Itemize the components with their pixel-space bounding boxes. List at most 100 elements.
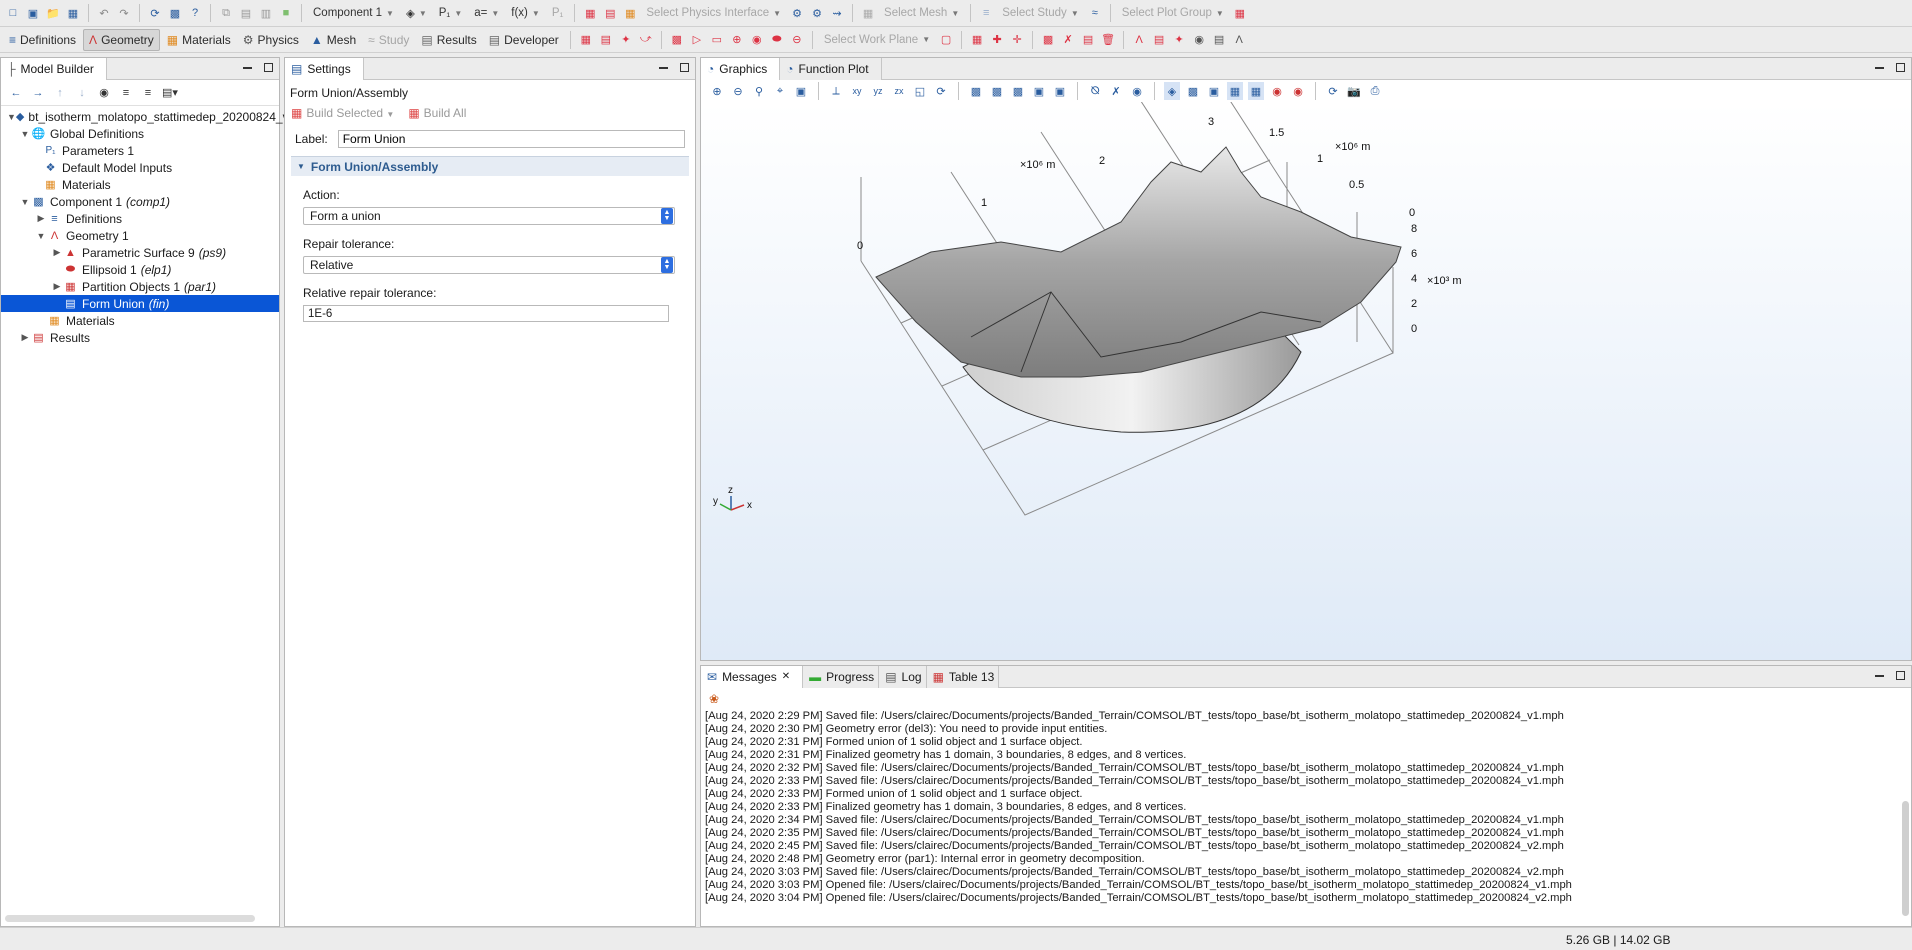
variables-dropdown[interactable]: a= ▼ [469,4,504,23]
tab-physics[interactable]: ⚙ Physics [238,29,304,51]
physics-transfer-icon[interactable]: ⇝ [828,4,846,22]
views-icon[interactable]: ⟂ [828,82,844,100]
copy-icon[interactable]: ⧉ [217,4,235,22]
maximize-icon[interactable] [1896,63,1905,72]
reset-desktop-icon[interactable]: ⟳ [146,4,164,22]
select-work-plane-dropdown[interactable]: Select Work Plane ▼ [819,30,935,49]
go-to-default-view-icon[interactable]: ◱ [912,82,928,100]
view-yz-icon[interactable]: yz [870,82,886,100]
tree-node-parameters[interactable]: P₁ Parameters 1 [1,142,279,159]
add-material-icon[interactable]: ▦ [621,4,639,22]
geometry-tools-icon[interactable]: Λ [1230,31,1248,49]
transparency-icon[interactable]: ▩ [1185,82,1201,100]
zoom-selected-icon[interactable]: ⌖ [772,82,788,100]
expand-all-icon[interactable]: ≡ [139,84,157,102]
back-arrow-icon[interactable]: ← [7,84,25,102]
tab-developer[interactable]: ▤ Developer [484,29,564,51]
minimize-icon[interactable] [1875,675,1884,677]
build-all-button[interactable]: ▦ Build All [408,106,466,120]
select-physics-interface-dropdown[interactable]: Select Physics Interface ▼ [641,4,786,23]
chevron-down-icon[interactable]: ▼ [35,231,47,241]
move-down-icon[interactable]: ↓ [73,84,91,102]
tab-settings[interactable]: ▤ Settings [285,57,364,80]
tab-definitions[interactable]: ≡ Definitions [4,29,81,51]
revolve-icon[interactable]: ✚ [988,31,1006,49]
build-all-icon[interactable]: ▦ [581,4,599,22]
tree-node-default-model-inputs[interactable]: ❖ Default Model Inputs [1,159,279,176]
study-icon[interactable]: ≡ [977,4,995,22]
tab-study[interactable]: ≈ Study [363,29,414,51]
zoom-extents-icon[interactable]: ▣ [793,82,809,100]
tab-materials[interactable]: ▦ Materials [162,29,236,51]
tree-options-icon[interactable]: ▤▾ [161,84,179,102]
add-plot-icon[interactable]: ▦ [1231,4,1249,22]
tab-progress[interactable]: ▬ Progress [803,665,880,688]
reset-graphics-icon[interactable]: ⟳ [1325,82,1341,100]
selections-icon[interactable]: ✦ [1170,31,1188,49]
parameters-dropdown[interactable]: P₁ ▼ [434,4,467,23]
sparkle-icon[interactable]: ✦ [617,31,635,49]
tab-graphics[interactable]: ◔ Graphics [701,57,781,80]
maximize-icon[interactable] [1896,671,1905,680]
zoom-out-icon[interactable]: ⊖ [730,82,746,100]
undo-icon[interactable]: ↶ [95,4,113,22]
select-plot-group-dropdown[interactable]: Select Plot Group ▼ [1117,4,1229,23]
scene-light-icon[interactable]: ◈ [1164,82,1180,100]
cylinder-icon[interactable]: ▭ [708,31,726,49]
minimize-icon[interactable] [659,67,668,69]
windows-icon[interactable]: ▩ [166,4,184,22]
chevron-right-icon[interactable]: ▶ [51,281,63,292]
tree-node-ellipsoid[interactable]: ⬬ Ellipsoid 1 (elp1) [1,261,279,278]
color-options-icon[interactable]: ◉ [1290,82,1306,100]
visibility-icon[interactable]: ◉ [1129,82,1145,100]
move-up-icon[interactable]: ↑ [51,84,69,102]
build-all-icon[interactable]: ▦ [577,31,595,49]
stop-icon[interactable]: ■ [277,4,295,22]
select-study-dropdown[interactable]: Select Study ▼ [997,4,1084,23]
select-mesh-dropdown[interactable]: Select Mesh ▼ [879,4,964,23]
hide-selected-icon[interactable]: ✗ [1108,82,1124,100]
cone-icon[interactable]: ▷ [688,31,706,49]
graphics-canvas[interactable]: 0 1 2 3 ×10⁶ m 1.5 1 0.5 0 ×10⁶ m 8 6 4 … [701,102,1911,660]
application-builder-icon[interactable]: ▣ [24,4,42,22]
minimize-icon[interactable] [1875,67,1884,69]
chevron-right-icon[interactable]: ▶ [51,247,63,258]
virtual-operations-icon[interactable]: Λ [1130,31,1148,49]
zoom-in-icon[interactable]: ⊕ [709,82,725,100]
tab-function-plot[interactable]: ◔ Function Plot [780,57,882,80]
paste-icon[interactable]: ▥ [257,4,275,22]
image-snapshot-icon[interactable]: 📷 [1346,82,1362,100]
maximize-icon[interactable] [264,63,273,72]
close-icon[interactable]: ✕ [782,671,790,682]
work-plane-icon[interactable]: ▢ [937,31,955,49]
view-zx-icon[interactable]: zx [891,82,907,100]
sphere-icon[interactable]: ⊕ [728,31,746,49]
help-icon[interactable]: ? [186,4,204,22]
import-icon[interactable]: ▤ [601,4,619,22]
duplicate-icon[interactable]: ▤ [237,4,255,22]
chevron-down-icon[interactable]: ▼ [7,112,16,122]
minimize-icon[interactable] [243,67,252,69]
torus-icon[interactable]: ◉ [748,31,766,49]
block-icon[interactable]: ▩ [668,31,686,49]
tree-node-component[interactable]: ▼ ▩ Component 1 (comp1) [1,193,279,210]
extrude-icon[interactable]: ▦ [968,31,986,49]
mesh-icon[interactable]: ▦ [859,4,877,22]
compute-icon[interactable]: ≈ [1086,4,1104,22]
tree-node-results[interactable]: ▶ ▤ Results [1,329,279,346]
hide-icon[interactable]: ⦰ [1087,82,1103,100]
select-boundaries-icon[interactable]: ▩ [1010,82,1026,100]
tree-node-geometry[interactable]: ▼ Λ Geometry 1 [1,227,279,244]
redo-icon[interactable]: ↷ [115,4,133,22]
wireframe-icon[interactable]: ▣ [1206,82,1222,100]
tab-log[interactable]: ▤ Log [879,665,927,688]
tree-node-parametric-surface[interactable]: ▶ ▲ Parametric Surface 9 (ps9) [1,244,279,261]
component-dropdown[interactable]: Component 1 ▼ [308,4,399,23]
tree-node-global-definitions[interactable]: ▼ 🌐 Global Definitions [1,125,279,142]
tab-table-13[interactable]: ▦ Table 13 [926,665,1000,688]
vertical-scrollbar[interactable] [1902,801,1909,916]
clear-messages-icon[interactable]: ❀ [709,692,719,706]
transforms-icon[interactable]: ✗ [1059,31,1077,49]
chevron-down-icon[interactable]: ▼ [19,197,31,207]
curve-icon[interactable]: ⤻ [637,31,655,49]
